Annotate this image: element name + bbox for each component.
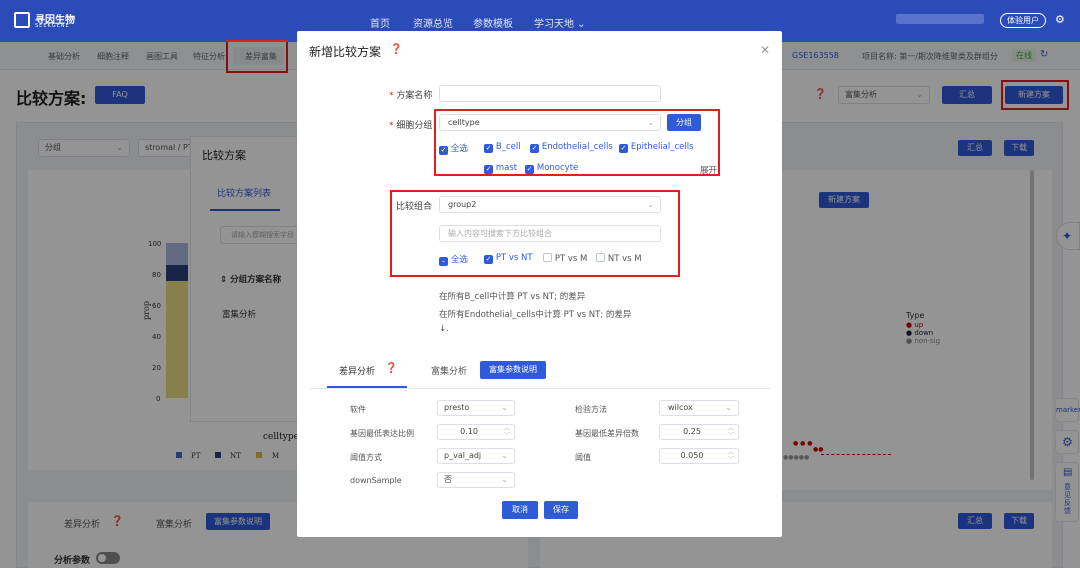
min-fc-label: 基因最低差异倍数 bbox=[575, 429, 639, 438]
info-line: 在所有Endothelial_cells中计算 PT vs NT; 的差异 bbox=[439, 310, 632, 320]
nav-home[interactable]: 首页 bbox=[370, 15, 390, 30]
new-plan-modal: 新增比较方案 ❓ ✕ * 方案名称 * 细胞分组 celltype ⌄ 分组 ✓ … bbox=[297, 31, 782, 537]
min-fc-value: 0.25 bbox=[683, 427, 701, 436]
downsample-label: downSample bbox=[350, 476, 402, 485]
tab-diff-analysis[interactable]: 差异分析 bbox=[339, 364, 375, 377]
software-label: 软件 bbox=[350, 405, 366, 414]
min-fc-input[interactable]: 0.25 ︿ ﹀ bbox=[659, 424, 739, 440]
nav-resources[interactable]: 资源总览 bbox=[413, 15, 453, 30]
info-line: 在所有B_cell中计算 PT vs NT; 的差异 bbox=[439, 292, 586, 302]
help-icon[interactable]: ❓ bbox=[390, 44, 402, 55]
nav-templates[interactable]: 参数模板 bbox=[473, 15, 513, 30]
chevron-down-icon: ⌄ bbox=[501, 475, 508, 484]
threshold-input[interactable]: 0.050 ︿ ﹀ bbox=[659, 448, 739, 464]
info-line: ↓. bbox=[439, 324, 449, 334]
brand-sub: SEEKGENE bbox=[35, 23, 70, 29]
chevron-down-icon: ⌄ bbox=[501, 403, 508, 412]
stepper-icon: ︿ ﹀ bbox=[503, 425, 510, 439]
min-pct-input[interactable]: 0.10 ︿ ﹀ bbox=[437, 424, 515, 440]
nav-learning[interactable]: 学习天地 ⌄ bbox=[534, 15, 586, 30]
method-label: 检验方法 bbox=[575, 405, 607, 414]
software-value: presto bbox=[444, 403, 470, 412]
software-select[interactable]: presto ⌄ bbox=[437, 400, 515, 416]
cell-group-label: * 细胞分组 bbox=[389, 121, 433, 131]
brand-logo[interactable]: 寻因生物 SEEKGENE bbox=[14, 10, 92, 32]
highlight-box bbox=[434, 109, 720, 176]
trial-user-badge[interactable]: 体验用户 bbox=[1000, 13, 1046, 28]
plan-name-input[interactable] bbox=[439, 85, 661, 102]
threshold-mode-select[interactable]: p_val_adj ⌄ bbox=[437, 448, 515, 464]
chevron-down-icon: ⌄ bbox=[725, 403, 732, 412]
threshold-label: 阈值 bbox=[575, 453, 591, 462]
save-button[interactable]: 保存 bbox=[544, 501, 578, 519]
user-email bbox=[896, 14, 984, 24]
cancel-button[interactable]: 取消 bbox=[502, 501, 538, 519]
threshold-value: 0.050 bbox=[680, 451, 704, 460]
plan-name-label: * 方案名称 bbox=[389, 91, 433, 101]
cell-group-label-text: 细胞分组 bbox=[396, 121, 433, 131]
chevron-down-icon: ⌄ bbox=[501, 451, 508, 460]
stepper-icon: ︿ ﹀ bbox=[727, 449, 734, 463]
help-icon[interactable]: ❓ bbox=[385, 363, 397, 374]
threshold-mode-label: 阈值方式 bbox=[350, 453, 382, 462]
gear-icon[interactable]: ⚙ bbox=[1055, 13, 1065, 26]
method-value: wilcox bbox=[668, 403, 693, 412]
stepper-icon: ︿ ﹀ bbox=[727, 425, 734, 439]
tab-divider bbox=[309, 388, 770, 389]
modal-title: 新增比较方案 bbox=[309, 45, 382, 59]
downsample-select[interactable]: 否 ⌄ bbox=[437, 472, 515, 488]
min-pct-label: 基因最低表达比例 bbox=[350, 429, 414, 438]
threshold-mode-value: p_val_adj bbox=[444, 451, 482, 460]
close-icon[interactable]: ✕ bbox=[760, 43, 770, 57]
plan-name-label-text: 方案名称 bbox=[396, 91, 433, 101]
highlight-box bbox=[390, 190, 680, 277]
downsample-value: 否 bbox=[444, 475, 452, 484]
min-pct-value: 0.10 bbox=[460, 427, 478, 436]
enrich-param-button[interactable]: 富集参数说明 bbox=[480, 361, 546, 379]
method-select[interactable]: wilcox ⌄ bbox=[659, 400, 739, 416]
logo-icon bbox=[14, 12, 30, 28]
tab-enrich-analysis[interactable]: 富集分析 bbox=[431, 364, 467, 377]
